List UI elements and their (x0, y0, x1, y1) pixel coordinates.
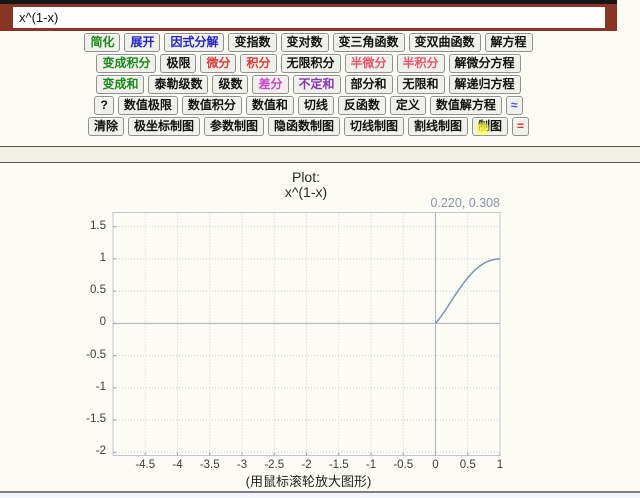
click-highlight (475, 121, 490, 136)
simplify-button[interactable]: 简化 (84, 33, 120, 52)
help-button[interactable]: ? (94, 96, 113, 115)
semi-integrate-button[interactable]: 半积分 (397, 54, 445, 73)
y-tick-label: -2 (0, 445, 106, 457)
clear-button[interactable]: 清除 (88, 117, 124, 136)
approx-button[interactable]: ≈ (506, 96, 523, 115)
parametric-plot-button[interactable]: 参数制图 (204, 117, 264, 136)
toolbar-row-1: 简化展开因式分解变指数变对数变三角函数变双曲函数解方程 (0, 33, 617, 53)
tangent-button[interactable]: 切线 (298, 96, 334, 115)
taylor-series-button[interactable]: 泰勒级数 (148, 75, 208, 94)
plot-title: Plot: (112, 169, 500, 185)
to-logarithm-button[interactable]: 变对数 (281, 33, 329, 52)
x-tick-label: 1 (478, 459, 522, 471)
numeric-integral-button[interactable]: 数值积分 (182, 96, 242, 115)
definition-button[interactable]: 定义 (390, 96, 426, 115)
to-sum-button[interactable]: 变成和 (96, 75, 144, 94)
secant-plot-button[interactable]: 割线制图 (408, 117, 468, 136)
toolbar-row-4: ? 数值极限数值积分数值和切线反函数定义数值解方程≈ (0, 96, 617, 116)
to-trig-button[interactable]: 变三角函数 (333, 33, 405, 52)
implicit-plot-button[interactable]: 隐函数制图 (268, 117, 340, 136)
indefinite-sum-button[interactable]: 不定和 (293, 75, 341, 94)
infinite-integral-button[interactable]: 无限积分 (281, 54, 341, 73)
zoom-hint-caption: (用鼠标滚轮放大图形) (0, 471, 617, 490)
numeric-solve-button[interactable]: 数值解方程 (430, 96, 502, 115)
equals-button[interactable]: = (512, 117, 529, 136)
function-plot[interactable] (112, 212, 501, 456)
to-integral-button[interactable]: 变成积分 (96, 54, 156, 73)
series-button[interactable]: 级数 (212, 75, 248, 94)
partial-sum-button[interactable]: 部分和 (345, 75, 393, 94)
tangent-plot-button[interactable]: 切线制图 (344, 117, 404, 136)
expand-button[interactable]: 展开 (124, 33, 160, 52)
y-tick-label: 0.5 (0, 284, 106, 296)
infinite-sum-button[interactable]: 无限和 (397, 75, 445, 94)
semi-differentiate-button[interactable]: 半微分 (345, 54, 393, 73)
difference-button[interactable]: 差分 (252, 75, 288, 94)
toolbar-row-2: 变成积分极限微分积分无限积分半微分半积分解微分方程 (0, 54, 617, 74)
plot-panel: Plot: x^(1-x) 0.220, 0.308 1.510.50-0.5-… (0, 163, 640, 491)
expression-input-bar (0, 0, 617, 31)
to-exponential-button[interactable]: 变指数 (228, 33, 276, 52)
expression-input[interactable] (13, 7, 605, 28)
differentiate-button[interactable]: 微分 (200, 54, 236, 73)
toolbar: 简化展开因式分解变指数变对数变三角函数变双曲函数解方程变成积分极限微分积分无限积… (0, 33, 617, 138)
integrate-button[interactable]: 积分 (240, 54, 276, 73)
polar-plot-button[interactable]: 极坐标制图 (128, 117, 200, 136)
cursor-coordinates: 0.220, 0.308 (112, 196, 500, 210)
splitter-divider (0, 146, 640, 163)
limit-button[interactable]: 极限 (160, 54, 196, 73)
inverse-function-button[interactable]: 反函数 (338, 96, 386, 115)
solve-recurrence-button[interactable]: 解递归方程 (449, 75, 521, 94)
y-tick-label: -1 (0, 381, 106, 393)
toolbar-row-3: 变成和泰勒级数级数差分不定和部分和无限和解递归方程 (0, 75, 617, 95)
y-tick-label: 1.5 (0, 220, 106, 232)
bottom-strip (0, 493, 640, 498)
numeric-sum-button[interactable]: 数值和 (246, 96, 294, 115)
to-hyperbolic-button[interactable]: 变双曲函数 (409, 33, 481, 52)
y-tick-label: -1.5 (0, 413, 106, 425)
toolbar-row-5: 清除极坐标制图参数制图隐函数制图切线制图割线制图制图= (0, 117, 617, 137)
solve-equation-button[interactable]: 解方程 (485, 33, 533, 52)
plot-button[interactable]: 制图 (472, 117, 508, 136)
numeric-limit-button[interactable]: 数值极限 (118, 96, 178, 115)
y-tick-label: 0 (0, 316, 106, 328)
y-tick-label: 1 (0, 252, 106, 264)
solve-ode-button[interactable]: 解微分方程 (449, 54, 521, 73)
factor-button[interactable]: 因式分解 (164, 33, 224, 52)
y-tick-label: -0.5 (0, 349, 106, 361)
